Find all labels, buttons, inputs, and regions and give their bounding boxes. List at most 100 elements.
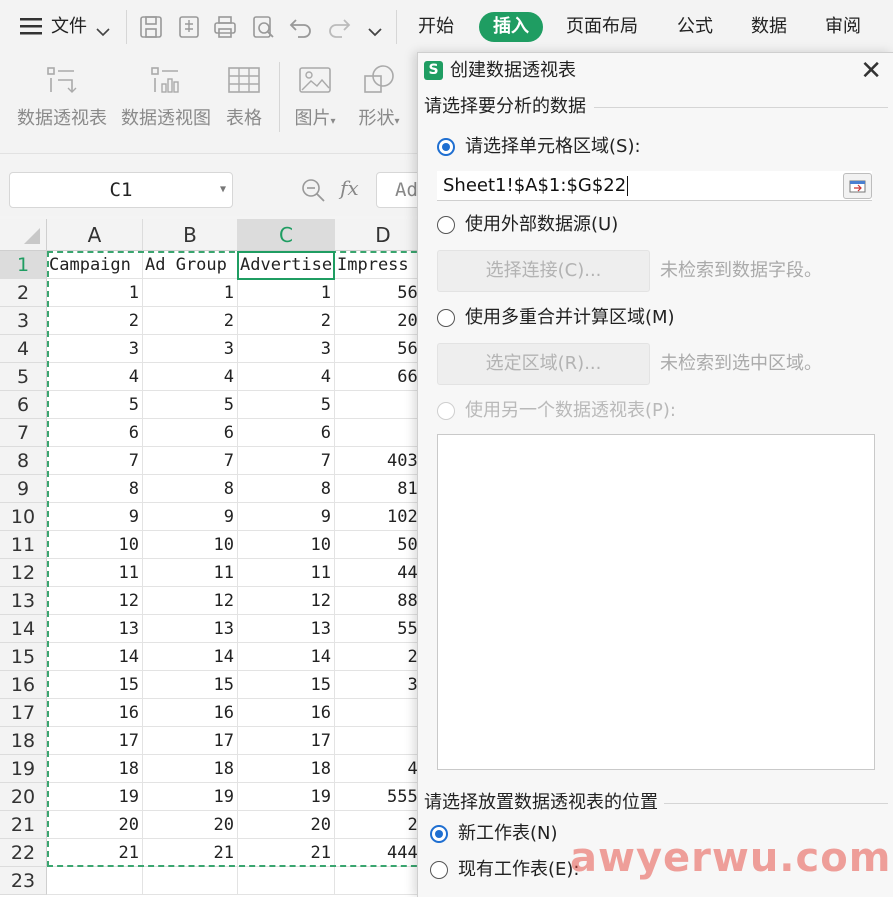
tab-review[interactable]: 审阅 [825, 14, 861, 40]
data-cell[interactable]: 16 [238, 699, 335, 727]
data-cell[interactable]: 15 [238, 671, 335, 699]
header-cell[interactable]: Ad Group [143, 251, 238, 279]
row-header[interactable]: 10 [0, 503, 47, 531]
column-header-c[interactable]: C [238, 219, 335, 251]
data-cell[interactable]: 16 [47, 699, 143, 727]
data-cell[interactable]: 21 [47, 839, 143, 867]
data-cell[interactable]: 21 [238, 839, 335, 867]
data-cell[interactable]: 20 [238, 811, 335, 839]
zoom-search-icon[interactable] [300, 177, 326, 203]
tab-home[interactable]: 开始 [418, 14, 454, 40]
data-cell[interactable]: 11 [238, 559, 335, 587]
data-cell[interactable]: 11 [47, 559, 143, 587]
tab-insert[interactable]: 插入 [479, 12, 543, 42]
row-header[interactable]: 17 [0, 699, 47, 727]
data-cell[interactable] [335, 727, 420, 755]
data-cell[interactable]: 1 [238, 279, 335, 307]
column-header-a[interactable]: A [47, 219, 143, 251]
data-cell[interactable]: 3 [143, 335, 238, 363]
data-cell[interactable]: 6 [238, 419, 335, 447]
data-cell[interactable]: 500 [335, 531, 420, 559]
data-cell[interactable]: 6 [143, 419, 238, 447]
row-header[interactable]: 21 [0, 811, 47, 839]
customize-chevron-icon[interactable] [368, 22, 382, 37]
row-header[interactable]: 2 [0, 279, 47, 307]
data-cell[interactable]: 15 [47, 671, 143, 699]
radio-cell-range[interactable] [437, 138, 455, 156]
data-cell[interactable]: 4444 [335, 839, 420, 867]
data-cell[interactable]: 12 [143, 587, 238, 615]
data-cell[interactable]: 568 [335, 279, 420, 307]
file-menu[interactable]: 文件 [51, 14, 87, 40]
data-cell[interactable]: 5 [47, 391, 143, 419]
data-cell[interactable]: 14 [143, 643, 238, 671]
data-cell[interactable]: 9 [47, 503, 143, 531]
empty-cell[interactable] [47, 867, 143, 895]
row-header[interactable]: 14 [0, 615, 47, 643]
tab-data[interactable]: 数据 [751, 14, 787, 40]
data-cell[interactable]: 9 [143, 503, 238, 531]
data-cell[interactable] [335, 419, 420, 447]
name-box-dropdown-icon[interactable]: ▼ [220, 173, 226, 207]
data-cell[interactable]: 7 [238, 447, 335, 475]
data-cell[interactable] [335, 391, 420, 419]
export-icon[interactable] [176, 14, 202, 40]
data-cell[interactable]: 4030 [335, 447, 420, 475]
header-cell[interactable]: Impress [335, 251, 420, 279]
data-cell[interactable]: 10 [47, 531, 143, 559]
spreadsheet-grid[interactable]: A B C D 1 2 3 4 5 6 7 8 9 10 11 12 13 14 15 16 17 18 19 20 2… [0, 219, 420, 897]
table-button[interactable]: 表格 [222, 62, 266, 130]
data-cell[interactable]: 18 [143, 755, 238, 783]
radio-new-worksheet[interactable] [430, 825, 448, 843]
row-header[interactable]: 5 [0, 363, 47, 391]
data-cell[interactable]: 22 [335, 643, 420, 671]
radio-other-pivot[interactable] [437, 402, 455, 420]
data-cell[interactable]: 5 [238, 391, 335, 419]
row-header[interactable]: 3 [0, 307, 47, 335]
row-header[interactable]: 15 [0, 643, 47, 671]
empty-cell[interactable] [143, 867, 238, 895]
data-cell[interactable]: 4 [238, 363, 335, 391]
data-cell[interactable]: 7 [143, 447, 238, 475]
row-header[interactable]: 12 [0, 559, 47, 587]
data-cell[interactable]: 5559 [335, 783, 420, 811]
data-cell[interactable]: 444 [335, 559, 420, 587]
range-input[interactable]: Sheet1!$A$1:$G$22 [437, 171, 872, 201]
data-cell[interactable]: 6 [47, 419, 143, 447]
data-cell[interactable]: 12 [47, 587, 143, 615]
data-cell[interactable]: 4 [143, 363, 238, 391]
data-cell[interactable]: 19 [143, 783, 238, 811]
data-cell[interactable]: 3 [47, 335, 143, 363]
pivot-table-list[interactable] [437, 434, 875, 770]
data-cell[interactable]: 15 [143, 671, 238, 699]
close-icon[interactable]: ✕ [860, 57, 882, 85]
data-cell[interactable]: 14 [47, 643, 143, 671]
row-header[interactable]: 6 [0, 391, 47, 419]
data-cell[interactable]: 12 [238, 587, 335, 615]
choose-connection-button[interactable]: 选择连接(C)... [437, 250, 650, 292]
print-icon[interactable] [212, 14, 238, 40]
data-cell[interactable]: 7 [47, 447, 143, 475]
option-external-source-label[interactable]: 使用外部数据源(U) [465, 213, 618, 237]
data-cell[interactable]: 810 [335, 475, 420, 503]
data-cell[interactable]: 11 [143, 559, 238, 587]
option-consolidation-label[interactable]: 使用多重合并计算区域(M) [465, 306, 675, 330]
empty-cell[interactable] [238, 867, 335, 895]
row-header[interactable]: 9 [0, 475, 47, 503]
row-header[interactable]: 1 [0, 251, 47, 279]
save-icon[interactable] [138, 14, 164, 40]
chevron-down-icon[interactable] [96, 22, 110, 37]
data-cell[interactable]: 22 [335, 811, 420, 839]
data-cell[interactable]: 17 [47, 727, 143, 755]
data-cell[interactable]: 888 [335, 587, 420, 615]
data-cell[interactable]: 16 [143, 699, 238, 727]
radio-external-source[interactable] [437, 216, 455, 234]
picture-button[interactable]: 图片▾ [290, 62, 340, 130]
data-cell[interactable]: 19 [47, 783, 143, 811]
data-cell[interactable]: 5 [143, 391, 238, 419]
column-header-b[interactable]: B [143, 219, 238, 251]
data-cell[interactable]: 20 [47, 811, 143, 839]
option-new-worksheet-label[interactable]: 新工作表(N) [458, 822, 558, 846]
radio-existing-worksheet[interactable] [430, 861, 448, 879]
data-cell[interactable]: 13 [238, 615, 335, 643]
